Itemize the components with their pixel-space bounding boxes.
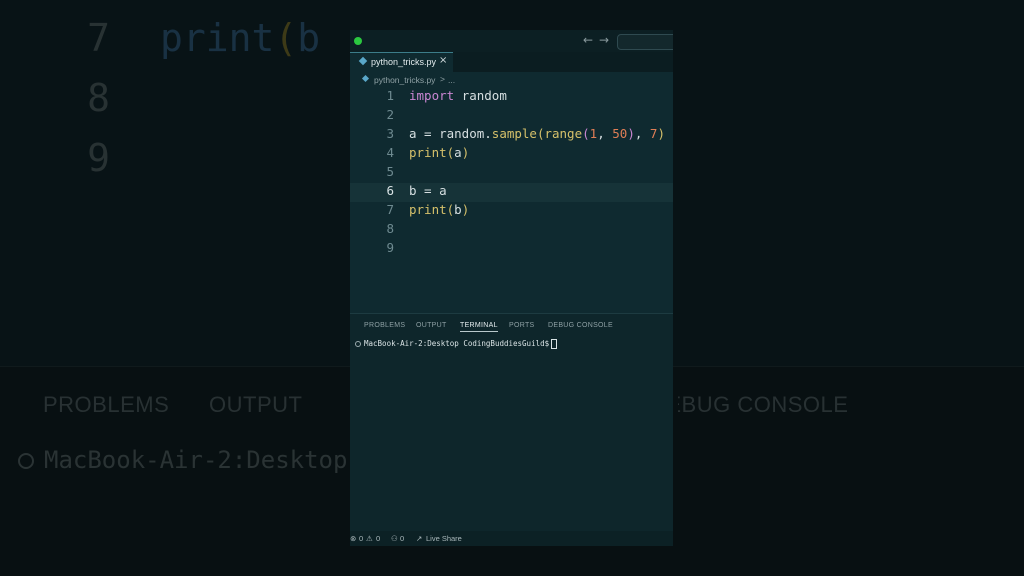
- tab-problems[interactable]: PROBLEMS: [364, 322, 405, 329]
- error-icon[interactable]: ⊗: [350, 534, 356, 543]
- terminal-prompt: MacBook-Air-2:Desktop CodingBuddiesGuild…: [364, 339, 550, 348]
- code-line[interactable]: 9: [350, 240, 673, 259]
- tab-debug-console[interactable]: DEBUG CONSOLE: [548, 322, 613, 329]
- tab-label: python_tricks.py: [371, 57, 437, 67]
- back-arrow-icon[interactable]: ←: [583, 33, 593, 47]
- warning-count[interactable]: 0: [376, 534, 380, 543]
- code-line[interactable]: 2: [350, 107, 673, 126]
- breadcrumb-more[interactable]: ...: [448, 75, 455, 85]
- python-file-icon: [361, 74, 370, 83]
- code-line[interactable]: 3 a = random.sample(range(1, 50), 7): [350, 126, 673, 145]
- live-share-label[interactable]: Live Share: [426, 534, 462, 543]
- live-share-icon[interactable]: ↗: [416, 534, 422, 543]
- breadcrumb: python_tricks.py > ...: [350, 72, 673, 88]
- code-line[interactable]: 4 print(a): [350, 145, 673, 164]
- breadcrumb-file[interactable]: python_tricks.py: [374, 75, 435, 85]
- editor-tab-bar: python_tricks.py ×: [350, 52, 673, 73]
- code-editor[interactable]: 1 import random 2 3 a = random.sample(ra…: [350, 88, 673, 313]
- command-center-search[interactable]: [617, 34, 673, 50]
- title-bar: ← →: [350, 30, 673, 52]
- code-line[interactable]: 1 import random: [350, 88, 673, 107]
- window-maximize-button[interactable]: [354, 37, 362, 45]
- chevron-right-icon: >: [440, 74, 445, 84]
- tab-python-tricks[interactable]: python_tricks.py ×: [350, 52, 453, 73]
- bottom-panel: PROBLEMS OUTPUT TERMINAL PORTS DEBUG CON…: [350, 313, 673, 532]
- code-line-active[interactable]: 6 b = a: [350, 183, 673, 202]
- code-line[interactable]: 8: [350, 221, 673, 240]
- vscode-window: ← → python_tricks.py × python_tricks.py …: [350, 30, 673, 546]
- code-line[interactable]: 5: [350, 164, 673, 183]
- code-line[interactable]: 7 print(b): [350, 202, 673, 221]
- tab-output[interactable]: OUTPUT: [416, 322, 447, 329]
- warning-icon[interactable]: ⚠: [366, 534, 373, 543]
- python-file-icon: [358, 56, 368, 66]
- tab-ports[interactable]: PORTS: [509, 322, 535, 329]
- ports-icon[interactable]: ⚇: [391, 534, 398, 543]
- close-icon[interactable]: ×: [439, 55, 447, 66]
- tab-terminal[interactable]: TERMINAL: [460, 322, 498, 332]
- error-count[interactable]: 0: [359, 534, 363, 543]
- terminal-status-icon: [355, 341, 361, 347]
- terminal-output[interactable]: MacBook-Air-2:Desktop CodingBuddiesGuild…: [355, 339, 558, 349]
- terminal-cursor: [551, 339, 558, 349]
- ports-count[interactable]: 0: [400, 534, 404, 543]
- status-bar: ⊗ 0 ⚠ 0 ⚇ 0 ↗ Live Share: [350, 531, 673, 546]
- forward-arrow-icon[interactable]: →: [599, 33, 609, 47]
